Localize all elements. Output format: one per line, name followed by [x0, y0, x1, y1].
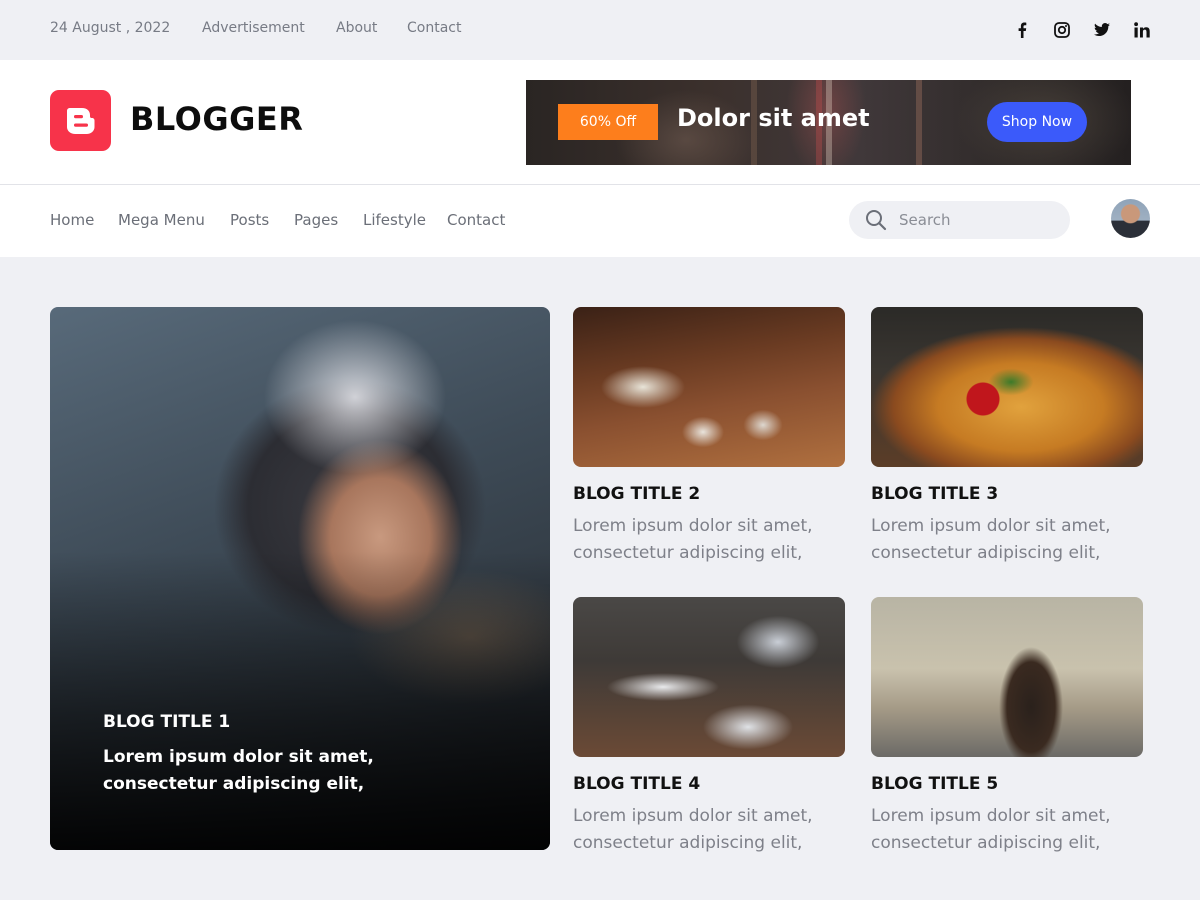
post-excerpt: Lorem ipsum dolor sit amet, consectetur …	[103, 747, 374, 794]
post-excerpt: Lorem ipsum dolor sit amet, consectetur …	[871, 516, 1111, 563]
post-title[interactable]: BLOG TITLE 4	[573, 774, 700, 794]
post-image[interactable]	[871, 307, 1143, 467]
main-nav: Home Mega Menu Posts Pages Lifestyle Con…	[0, 185, 1200, 257]
twitter-icon[interactable]	[1091, 19, 1113, 41]
brand-name[interactable]: BLOGGER	[130, 100, 303, 138]
nav-item-lifestyle[interactable]: Lifestyle	[363, 211, 426, 229]
about-link[interactable]: About	[336, 20, 377, 36]
facebook-icon[interactable]	[1011, 19, 1033, 41]
post-title[interactable]: BLOG TITLE 2	[573, 484, 700, 504]
post-excerpt: Lorem ipsum dolor sit amet, consectetur …	[573, 516, 813, 563]
nav-item-contact[interactable]: Contact	[447, 211, 505, 229]
top-bar: 24 August , 2022 Advertisement About Con…	[0, 0, 1200, 60]
post-image[interactable]	[573, 597, 845, 757]
instagram-icon[interactable]	[1051, 19, 1073, 41]
post-image[interactable]	[573, 307, 845, 467]
post-image[interactable]	[871, 597, 1143, 757]
banner-title: Dolor sit amet	[677, 104, 870, 132]
contact-link[interactable]: Contact	[407, 20, 461, 36]
search-box[interactable]	[849, 201, 1070, 239]
discount-badge: 60% Off	[558, 104, 658, 140]
post-title[interactable]: BLOG TITLE 1	[103, 712, 230, 732]
promo-banner[interactable]: 60% Off Dolor sit amet Shop Now	[526, 80, 1131, 165]
nav-item-pages[interactable]: Pages	[294, 211, 338, 229]
advertisement-link[interactable]: Advertisement	[202, 20, 305, 36]
date-label: 24 August , 2022	[50, 20, 171, 36]
nav-item-posts[interactable]: Posts	[230, 211, 269, 229]
nav-item-mega-menu[interactable]: Mega Menu	[118, 211, 205, 229]
shop-now-button[interactable]: Shop Now	[987, 102, 1087, 142]
post-excerpt: Lorem ipsum dolor sit amet, consectetur …	[573, 806, 813, 853]
linkedin-icon[interactable]	[1131, 19, 1153, 41]
post-excerpt: Lorem ipsum dolor sit amet, consectetur …	[871, 806, 1111, 853]
blogger-logo-icon[interactable]	[50, 90, 111, 151]
post-title[interactable]: BLOG TITLE 3	[871, 484, 998, 504]
nav-item-home[interactable]: Home	[50, 211, 94, 229]
post-title[interactable]: BLOG TITLE 5	[871, 774, 998, 794]
featured-post-card[interactable]: BLOG TITLE 1 Lorem ipsum dolor sit amet,…	[50, 307, 550, 850]
site-header: BLOGGER 60% Off Dolor sit amet Shop Now	[0, 60, 1200, 185]
search-input[interactable]	[899, 201, 1059, 239]
search-icon	[865, 209, 887, 235]
user-avatar[interactable]	[1111, 199, 1150, 238]
